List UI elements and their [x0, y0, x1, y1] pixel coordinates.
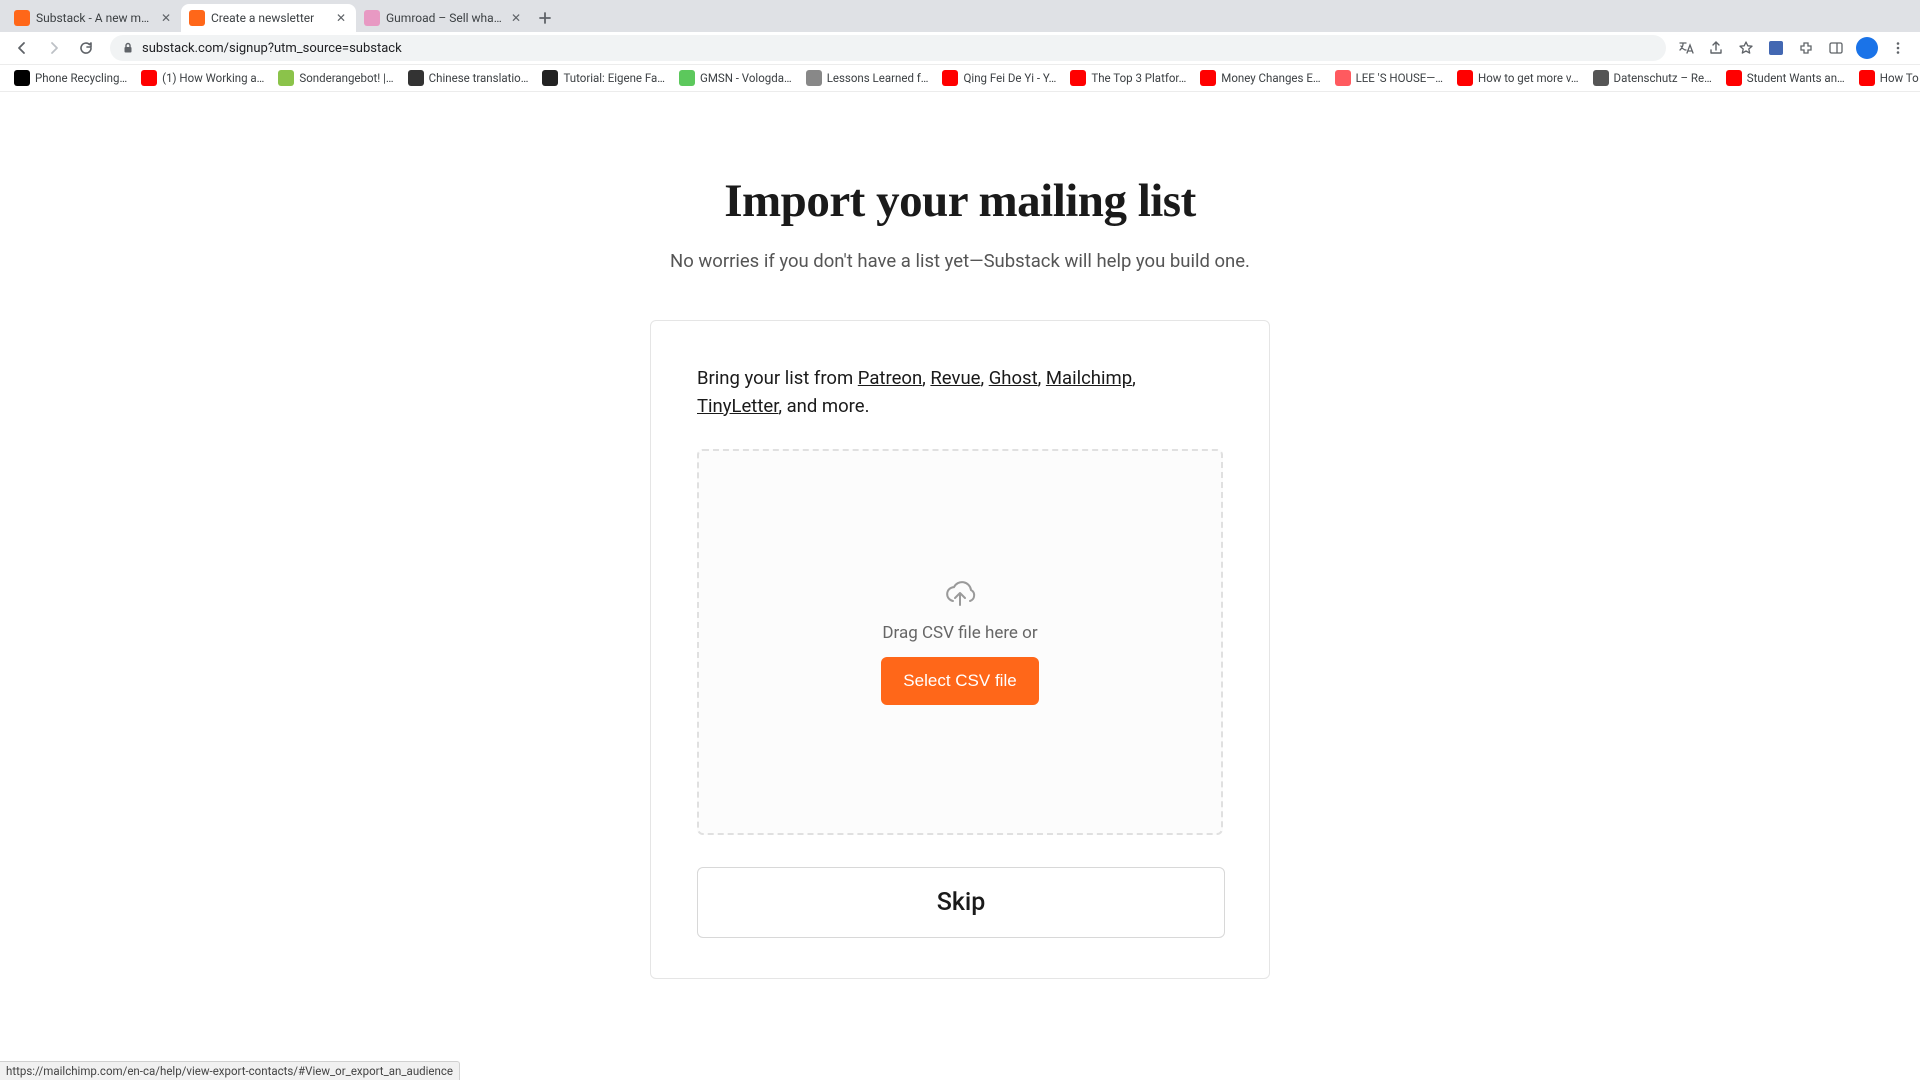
extensions-icon[interactable] — [1796, 38, 1816, 58]
upload-icon — [943, 579, 977, 609]
bookmark-item[interactable]: Chinese translatio… — [402, 66, 535, 90]
toolbar-right — [1676, 37, 1912, 59]
tab-title: Substack - A new model for p… — [36, 11, 153, 25]
skip-label: Skip — [937, 888, 986, 917]
link-ghost[interactable]: Ghost — [989, 367, 1038, 389]
bookmark-label: (1) How Working a… — [162, 71, 264, 85]
bring-suffix: , and more. — [778, 395, 869, 417]
menu-icon[interactable] — [1888, 38, 1908, 58]
bookmark-label: GMSN - Vologda… — [700, 71, 792, 85]
side-panel-icon[interactable] — [1826, 38, 1846, 58]
bring-prefix: Bring your list from — [697, 367, 858, 389]
bookmark-label: Student Wants an… — [1747, 71, 1845, 85]
bookmark-favicon — [278, 70, 294, 86]
bookmark-item[interactable]: Money Changes E… — [1194, 66, 1326, 90]
browser-chrome: Substack - A new model for p… ✕ Create a… — [0, 0, 1920, 93]
bookmark-item[interactable]: Datenschutz – Re… — [1587, 66, 1718, 90]
bookmark-label: Chinese translatio… — [429, 71, 529, 85]
page-content: Import your mailing list No worries if y… — [0, 92, 1920, 1080]
bookmark-favicon — [408, 70, 424, 86]
favicon — [14, 10, 30, 26]
bookmark-label: Tutorial: Eigene Fa… — [563, 71, 665, 85]
browser-toolbar: substack.com/signup?utm_source=substack — [0, 32, 1920, 64]
extension-icon-1[interactable] — [1766, 38, 1786, 58]
reload-button[interactable] — [72, 34, 100, 62]
bookmark-favicon — [679, 70, 695, 86]
favicon — [364, 10, 380, 26]
bookmark-label: Lessons Learned f… — [827, 71, 929, 85]
bookmark-item[interactable]: Lessons Learned f… — [800, 66, 935, 90]
share-icon[interactable] — [1706, 38, 1726, 58]
back-button[interactable] — [8, 34, 36, 62]
close-icon[interactable]: ✕ — [509, 11, 523, 25]
bookmark-label: Datenschutz – Re… — [1614, 71, 1712, 85]
tab-title: Create a newsletter — [211, 11, 328, 25]
import-card: Bring your list from Patreon, Revue, Gho… — [650, 320, 1270, 979]
bookmark-favicon — [1200, 70, 1216, 86]
skip-button[interactable]: Skip — [697, 867, 1225, 938]
bookmark-favicon — [1457, 70, 1473, 86]
link-revue[interactable]: Revue — [930, 367, 980, 389]
tab-title: Gumroad – Sell what you know — [386, 11, 503, 25]
tab-1[interactable]: Create a newsletter ✕ — [181, 4, 356, 32]
close-icon[interactable]: ✕ — [334, 11, 348, 25]
bookmark-label: Phone Recycling… — [35, 71, 127, 85]
bookmark-item[interactable]: The Top 3 Platfor… — [1064, 66, 1192, 90]
drag-text: Drag CSV file here or — [882, 623, 1037, 643]
page-heading: Import your mailing list — [724, 174, 1196, 228]
bookmark-favicon — [1726, 70, 1742, 86]
link-mailchimp[interactable]: Mailchimp — [1046, 367, 1132, 389]
address-bar[interactable]: substack.com/signup?utm_source=substack — [110, 35, 1666, 61]
favicon — [189, 10, 205, 26]
bring-list-text: Bring your list from Patreon, Revue, Gho… — [697, 365, 1223, 421]
star-icon[interactable] — [1736, 38, 1756, 58]
bookmark-item[interactable]: LEE 'S HOUSE—… — [1329, 66, 1449, 90]
bookmark-label: Sonderangebot! |… — [299, 71, 393, 85]
bookmark-item[interactable]: Phone Recycling… — [8, 66, 133, 90]
url-text: substack.com/signup?utm_source=substack — [142, 41, 402, 56]
select-csv-button[interactable]: Select CSV file — [881, 657, 1038, 705]
bookmark-item[interactable]: How to get more v… — [1451, 66, 1585, 90]
tab-strip: Substack - A new model for p… ✕ Create a… — [0, 0, 1920, 32]
bookmark-favicon — [141, 70, 157, 86]
close-icon[interactable]: ✕ — [159, 11, 173, 25]
bookmark-item[interactable]: GMSN - Vologda… — [673, 66, 798, 90]
bookmark-label: The Top 3 Platfor… — [1091, 71, 1186, 85]
bookmark-item[interactable]: (1) How Working a… — [135, 66, 270, 90]
bookmark-item[interactable]: Sonderangebot! |… — [272, 66, 399, 90]
tab-2[interactable]: Gumroad – Sell what you know ✕ — [356, 4, 531, 32]
forward-button[interactable] — [40, 34, 68, 62]
link-patreon[interactable]: Patreon — [858, 367, 922, 389]
bookmark-favicon — [1859, 70, 1875, 86]
csv-dropzone[interactable]: Drag CSV file here or Select CSV file — [697, 449, 1223, 835]
bookmark-item[interactable]: How To Add A… — [1853, 66, 1920, 90]
status-bar: https://mailchimp.com/en-ca/help/view-ex… — [0, 1061, 460, 1080]
tab-0[interactable]: Substack - A new model for p… ✕ — [6, 4, 181, 32]
bookmark-favicon — [1335, 70, 1351, 86]
bookmark-item[interactable]: Qing Fei De Yi - Y… — [936, 66, 1062, 90]
bookmark-label: Qing Fei De Yi - Y… — [963, 71, 1056, 85]
bookmark-label: How to get more v… — [1478, 71, 1579, 85]
bookmark-favicon — [1593, 70, 1609, 86]
bookmark-item[interactable]: Student Wants an… — [1720, 66, 1851, 90]
link-tinyletter[interactable]: TinyLetter — [697, 395, 778, 417]
translate-icon[interactable] — [1676, 38, 1696, 58]
bookmark-favicon — [14, 70, 30, 86]
profile-avatar[interactable] — [1856, 37, 1878, 59]
bookmark-label: LEE 'S HOUSE—… — [1356, 71, 1443, 85]
lock-icon — [122, 42, 134, 54]
bookmark-favicon — [542, 70, 558, 86]
bookmark-item[interactable]: Tutorial: Eigene Fa… — [536, 66, 671, 90]
bookmark-label: How To Add A… — [1880, 71, 1920, 85]
page-subheading: No worries if you don't have a list yet—… — [670, 250, 1250, 272]
new-tab-button[interactable] — [531, 4, 559, 32]
bookmark-favicon — [806, 70, 822, 86]
bookmark-label: Money Changes E… — [1221, 71, 1320, 85]
bookmarks-bar: Phone Recycling… (1) How Working a… Sonder… — [0, 64, 1920, 92]
bookmark-favicon — [942, 70, 958, 86]
bookmark-favicon — [1070, 70, 1086, 86]
